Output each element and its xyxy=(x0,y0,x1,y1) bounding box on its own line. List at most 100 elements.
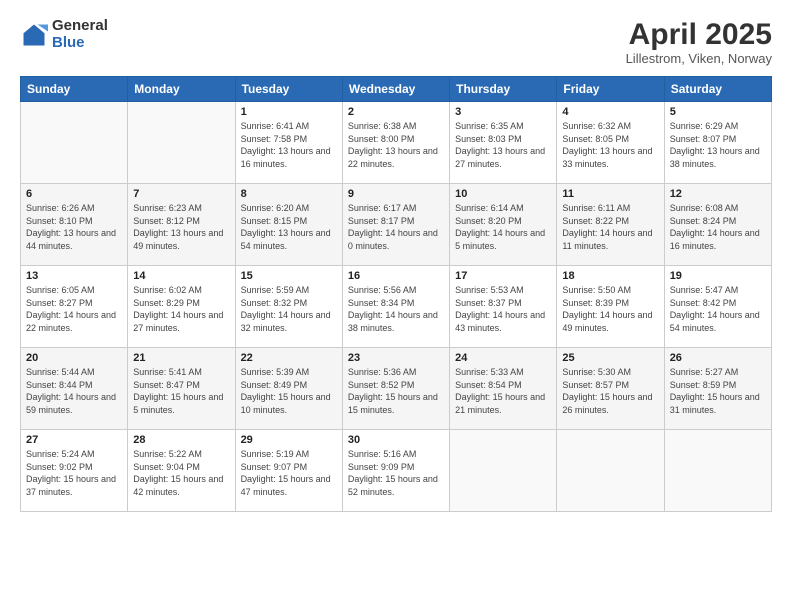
calendar-cell: 9Sunrise: 6:17 AM Sunset: 8:17 PM Daylig… xyxy=(342,184,449,266)
title-block: April 2025 Lillestrom, Viken, Norway xyxy=(626,18,772,66)
day-number: 1 xyxy=(241,106,337,118)
day-info: Sunrise: 6:05 AM Sunset: 8:27 PM Dayligh… xyxy=(26,284,122,334)
week-row-5: 27 Sunrise: 5:24 AM Sunset: 9:02 PM Dayli… xyxy=(21,430,772,512)
day-info: Sunrise: 6:32 AM Sunset: 8:05 PM Dayligh… xyxy=(562,120,658,170)
calendar-cell: 12 Sunrise: 6:08 AM Sunset: 8:24 PM Dayli… xyxy=(664,184,771,266)
calendar-cell: 10 Sunrise: 6:14 AM Sunset: 8:20 PM Dayli… xyxy=(450,184,557,266)
day-info: Sunrise: 6:35 AM Sunset: 8:03 PM Dayligh… xyxy=(455,120,551,170)
calendar-cell: 14 Sunrise: 6:02 AM Sunset: 8:29 PM Dayli… xyxy=(128,266,235,348)
calendar-cell: 5 Sunrise: 6:29 AM Sunset: 8:07 PM Daylig… xyxy=(664,102,771,184)
day-number: 28 xyxy=(133,434,229,446)
day-info: Sunrise: 5:30 AM Sunset: 8:57 PM Dayligh… xyxy=(562,366,658,416)
calendar-cell: 13 Sunrise: 6:05 AM Sunset: 8:27 PM Dayli… xyxy=(21,266,128,348)
day-number: 21 xyxy=(133,352,229,364)
logo-text: General Blue xyxy=(52,18,108,51)
day-info: Sunrise: 5:24 AM Sunset: 9:02 PM Dayligh… xyxy=(26,448,122,498)
calendar-cell: 11 Sunrise: 6:11 AM Sunset: 8:22 PM Dayli… xyxy=(557,184,664,266)
day-info: Sunrise: 6:41 AM Sunset: 7:58 PM Dayligh… xyxy=(241,120,337,170)
calendar-cell: 2Sunrise: 6:38 AM Sunset: 8:00 PM Daylig… xyxy=(342,102,449,184)
calendar-cell: 16 Sunrise: 5:56 AM Sunset: 8:34 PM Dayli… xyxy=(342,266,449,348)
day-info: Sunrise: 6:29 AM Sunset: 8:07 PM Dayligh… xyxy=(670,120,766,170)
day-number: 26 xyxy=(670,352,766,364)
calendar-cell: 19Sunrise: 5:47 AM Sunset: 8:42 PM Dayli… xyxy=(664,266,771,348)
day-number: 14 xyxy=(133,270,229,282)
day-number: 9 xyxy=(348,188,444,200)
day-number: 13 xyxy=(26,270,122,282)
day-number: 11 xyxy=(562,188,658,200)
day-info: Sunrise: 5:41 AM Sunset: 8:47 PM Dayligh… xyxy=(133,366,229,416)
day-info: Sunrise: 5:59 AM Sunset: 8:32 PM Dayligh… xyxy=(241,284,337,334)
day-info: Sunrise: 6:11 AM Sunset: 8:22 PM Dayligh… xyxy=(562,202,658,252)
day-number: 23 xyxy=(348,352,444,364)
calendar-cell: 20 Sunrise: 5:44 AM Sunset: 8:44 PM Dayli… xyxy=(21,348,128,430)
calendar-header-row: SundayMondayTuesdayWednesdayThursdayFrid… xyxy=(21,77,772,102)
header: General Blue April 2025 Lillestrom, Vike… xyxy=(20,18,772,66)
week-row-2: 6 Sunrise: 6:26 AM Sunset: 8:10 PM Daylig… xyxy=(21,184,772,266)
calendar-title: April 2025 xyxy=(626,18,772,51)
logo-blue-text: Blue xyxy=(52,35,108,52)
week-row-4: 20 Sunrise: 5:44 AM Sunset: 8:44 PM Dayli… xyxy=(21,348,772,430)
col-header-thursday: Thursday xyxy=(450,77,557,102)
col-header-wednesday: Wednesday xyxy=(342,77,449,102)
calendar-cell: 1 Sunrise: 6:41 AM Sunset: 7:58 PM Daylig… xyxy=(235,102,342,184)
col-header-tuesday: Tuesday xyxy=(235,77,342,102)
day-number: 16 xyxy=(348,270,444,282)
day-info: Sunrise: 5:27 AM Sunset: 8:59 PM Dayligh… xyxy=(670,366,766,416)
day-info: Sunrise: 6:14 AM Sunset: 8:20 PM Dayligh… xyxy=(455,202,551,252)
page: General Blue April 2025 Lillestrom, Vike… xyxy=(0,0,792,612)
day-number: 8 xyxy=(241,188,337,200)
col-header-friday: Friday xyxy=(557,77,664,102)
calendar-cell: 21 Sunrise: 5:41 AM Sunset: 8:47 PM Dayli… xyxy=(128,348,235,430)
day-number: 22 xyxy=(241,352,337,364)
day-number: 29 xyxy=(241,434,337,446)
week-row-1: 1 Sunrise: 6:41 AM Sunset: 7:58 PM Daylig… xyxy=(21,102,772,184)
day-info: Sunrise: 5:44 AM Sunset: 8:44 PM Dayligh… xyxy=(26,366,122,416)
calendar-cell: 22Sunrise: 5:39 AM Sunset: 8:49 PM Dayli… xyxy=(235,348,342,430)
calendar-cell: 24Sunrise: 5:33 AM Sunset: 8:54 PM Dayli… xyxy=(450,348,557,430)
calendar-table: SundayMondayTuesdayWednesdayThursdayFrid… xyxy=(20,76,772,512)
day-info: Sunrise: 5:53 AM Sunset: 8:37 PM Dayligh… xyxy=(455,284,551,334)
day-number: 12 xyxy=(670,188,766,200)
calendar-cell: 25 Sunrise: 5:30 AM Sunset: 8:57 PM Dayli… xyxy=(557,348,664,430)
calendar-cell: 15Sunrise: 5:59 AM Sunset: 8:32 PM Dayli… xyxy=(235,266,342,348)
day-number: 18 xyxy=(562,270,658,282)
day-number: 5 xyxy=(670,106,766,118)
calendar-cell: 3Sunrise: 6:35 AM Sunset: 8:03 PM Daylig… xyxy=(450,102,557,184)
col-header-sunday: Sunday xyxy=(21,77,128,102)
day-number: 4 xyxy=(562,106,658,118)
day-number: 7 xyxy=(133,188,229,200)
calendar-cell: 4 Sunrise: 6:32 AM Sunset: 8:05 PM Daylig… xyxy=(557,102,664,184)
day-info: Sunrise: 5:56 AM Sunset: 8:34 PM Dayligh… xyxy=(348,284,444,334)
col-header-saturday: Saturday xyxy=(664,77,771,102)
calendar-cell xyxy=(128,102,235,184)
calendar-cell xyxy=(557,430,664,512)
calendar-cell: 28 Sunrise: 5:22 AM Sunset: 9:04 PM Dayli… xyxy=(128,430,235,512)
day-info: Sunrise: 6:08 AM Sunset: 8:24 PM Dayligh… xyxy=(670,202,766,252)
day-info: Sunrise: 5:36 AM Sunset: 8:52 PM Dayligh… xyxy=(348,366,444,416)
day-info: Sunrise: 5:16 AM Sunset: 9:09 PM Dayligh… xyxy=(348,448,444,498)
calendar-cell xyxy=(664,430,771,512)
day-info: Sunrise: 6:23 AM Sunset: 8:12 PM Dayligh… xyxy=(133,202,229,252)
calendar-cell xyxy=(450,430,557,512)
logo-general-text: General xyxy=(52,18,108,35)
day-info: Sunrise: 6:26 AM Sunset: 8:10 PM Dayligh… xyxy=(26,202,122,252)
day-number: 10 xyxy=(455,188,551,200)
calendar-cell: 18 Sunrise: 5:50 AM Sunset: 8:39 PM Dayli… xyxy=(557,266,664,348)
day-number: 25 xyxy=(562,352,658,364)
calendar-cell: 27 Sunrise: 5:24 AM Sunset: 9:02 PM Dayli… xyxy=(21,430,128,512)
day-info: Sunrise: 6:20 AM Sunset: 8:15 PM Dayligh… xyxy=(241,202,337,252)
day-number: 20 xyxy=(26,352,122,364)
day-number: 2 xyxy=(348,106,444,118)
calendar-cell: 8 Sunrise: 6:20 AM Sunset: 8:15 PM Daylig… xyxy=(235,184,342,266)
logo: General Blue xyxy=(20,18,108,51)
day-info: Sunrise: 5:22 AM Sunset: 9:04 PM Dayligh… xyxy=(133,448,229,498)
day-info: Sunrise: 5:47 AM Sunset: 8:42 PM Dayligh… xyxy=(670,284,766,334)
day-number: 6 xyxy=(26,188,122,200)
calendar-subtitle: Lillestrom, Viken, Norway xyxy=(626,51,772,66)
calendar-cell: 23 Sunrise: 5:36 AM Sunset: 8:52 PM Dayli… xyxy=(342,348,449,430)
day-number: 17 xyxy=(455,270,551,282)
day-info: Sunrise: 5:50 AM Sunset: 8:39 PM Dayligh… xyxy=(562,284,658,334)
day-number: 27 xyxy=(26,434,122,446)
week-row-3: 13 Sunrise: 6:05 AM Sunset: 8:27 PM Dayli… xyxy=(21,266,772,348)
day-info: Sunrise: 6:02 AM Sunset: 8:29 PM Dayligh… xyxy=(133,284,229,334)
